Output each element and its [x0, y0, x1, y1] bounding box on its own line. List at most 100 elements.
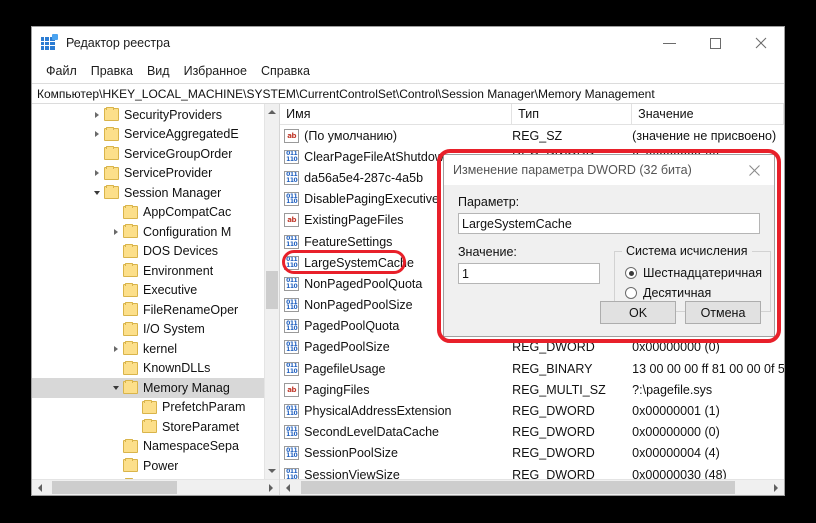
column-header-type[interactable]: Тип [512, 104, 632, 124]
chevron-right-icon [95, 170, 99, 176]
tree-node[interactable]: ServiceAggregatedE [32, 125, 264, 145]
tree-node-label: SecurityProviders [124, 108, 222, 122]
tree-node[interactable]: Executive [32, 281, 264, 301]
value-data-cell: ?:\pagefile.sys [632, 383, 784, 397]
tree-node-label: Session Manager [124, 186, 221, 200]
value-name-cell: abPagingFiles [280, 383, 512, 397]
tree-node[interactable]: ServiceGroupOrder [32, 144, 264, 164]
value-data-input[interactable]: 1 [458, 263, 600, 284]
registry-tree[interactable]: SecurityProvidersServiceAggregatedEServi… [32, 104, 264, 479]
tree-hscroll-thumb[interactable] [52, 481, 177, 494]
values-hscroll-thumb[interactable] [301, 481, 735, 494]
values-list-row[interactable]: abPagingFilesREG_MULTI_SZ?:\pagefile.sys [280, 379, 784, 400]
tree-scroll-down-button[interactable] [265, 463, 279, 479]
chevron-right-icon [114, 229, 118, 235]
dialog-close-button[interactable] [734, 155, 774, 185]
tree-node[interactable]: StoreParamet [32, 417, 264, 437]
chevron-right-icon [95, 112, 99, 118]
tree-node[interactable]: Power [32, 456, 264, 476]
values-horizontal-scrollbar[interactable] [280, 479, 784, 495]
value-data-cell: 0x00000000 (0) [632, 425, 784, 439]
tree-node[interactable]: Configuration M [32, 222, 264, 242]
values-scroll-right-button[interactable] [768, 480, 784, 495]
tree-collapse-toggle[interactable] [108, 386, 123, 390]
radio-hexadecimal[interactable]: Шестнадцатеричная [625, 263, 762, 283]
column-header-value[interactable]: Значение [632, 104, 784, 124]
radix-group-label: Система исчисления [622, 244, 752, 258]
menu-help[interactable]: Справка [254, 62, 317, 80]
tree-scroll-thumb[interactable] [266, 271, 278, 309]
tree-node[interactable]: PrefetchParam [32, 398, 264, 418]
tree-expand-toggle[interactable] [89, 170, 104, 176]
tree-collapse-toggle[interactable] [89, 191, 104, 195]
folder-icon [104, 186, 119, 199]
param-name-input[interactable]: LargeSystemCache [458, 213, 760, 234]
tree-node-label: kernel [143, 342, 177, 356]
folder-icon [104, 108, 119, 121]
tree-scroll-left-button[interactable] [32, 480, 48, 495]
values-list-row[interactable]: 011110PhysicalAddressExtensionREG_DWORD0… [280, 400, 784, 421]
address-bar[interactable]: Компьютер\HKEY_LOCAL_MACHINE\SYSTEM\Curr… [32, 83, 784, 104]
tree-expand-toggle[interactable] [108, 346, 123, 352]
dword-value-icon: 011110 [284, 171, 299, 185]
ok-button[interactable]: OK [600, 301, 676, 324]
cancel-button[interactable]: Отмена [685, 301, 761, 324]
dword-value-icon: 011110 [284, 319, 299, 333]
edit-dword-dialog[interactable]: Изменение параметра DWORD (32 бита) Пара… [443, 154, 775, 337]
chevron-right-icon [269, 484, 273, 492]
values-list-row[interactable]: 011110SecondLevelDataCacheREG_DWORD0x000… [280, 422, 784, 443]
value-name-text: SessionPoolSize [304, 446, 398, 460]
values-column-header: Имя Тип Значение [280, 104, 784, 125]
minimize-button[interactable] [646, 27, 692, 59]
tree-node[interactable]: NamespaceSepa [32, 437, 264, 457]
value-name-text: PhysicalAddressExtension [304, 404, 451, 418]
menu-file[interactable]: Файл [39, 62, 84, 80]
values-list-row[interactable]: 011110SessionViewSizeREG_DWORD0x00000030… [280, 464, 784, 479]
value-type-cell: REG_DWORD [512, 425, 632, 439]
tree-node[interactable]: kernel [32, 339, 264, 359]
tree-scroll-track[interactable] [265, 120, 279, 463]
tree-horizontal-scrollbar[interactable] [32, 479, 279, 495]
close-button[interactable] [738, 27, 784, 59]
tree-hscroll-track[interactable] [48, 480, 263, 495]
dword-value-icon: 011110 [284, 150, 299, 164]
maximize-button[interactable] [692, 27, 738, 59]
tree-node-label: ServiceProvider [124, 166, 212, 180]
tree-scroll-up-button[interactable] [265, 104, 279, 120]
menu-view[interactable]: Вид [140, 62, 177, 80]
value-type-cell: REG_MULTI_SZ [512, 383, 632, 397]
folder-icon [123, 264, 138, 277]
tree-expand-toggle[interactable] [89, 112, 104, 118]
tree-node[interactable]: SecurityProviders [32, 105, 264, 125]
tree-vertical-scrollbar[interactable] [264, 104, 279, 479]
values-scroll-left-button[interactable] [280, 480, 296, 495]
value-name-text: PagedPoolQuota [304, 319, 399, 333]
values-list-row[interactable]: ab(По умолчанию)REG_SZ(значение не присв… [280, 125, 784, 146]
menu-edit[interactable]: Правка [84, 62, 140, 80]
values-list-row[interactable]: 011110PagefileUsageREG_BINARY13 00 00 00… [280, 358, 784, 379]
tree-node-label: AppCompatCac [143, 205, 231, 219]
tree-node[interactable]: FileRenameOper [32, 300, 264, 320]
radio-decimal[interactable]: Десятичная [625, 283, 762, 303]
tree-node[interactable]: Quota System [32, 476, 264, 480]
value-name-text: (По умолчанию) [304, 129, 397, 143]
tree-node-label: NamespaceSepa [143, 439, 239, 453]
tree-node[interactable]: KnownDLLs [32, 359, 264, 379]
value-data-cell: 0x00000004 (4) [632, 446, 784, 460]
values-hscroll-track[interactable] [296, 480, 768, 495]
tree-node[interactable]: Session Manager [32, 183, 264, 203]
column-header-name[interactable]: Имя [280, 104, 512, 124]
tree-node[interactable]: Memory Manag [32, 378, 264, 398]
tree-expand-toggle[interactable] [89, 131, 104, 137]
values-list-row[interactable]: 011110SessionPoolSizeREG_DWORD0x00000004… [280, 443, 784, 464]
tree-node[interactable]: DOS Devices [32, 242, 264, 262]
menu-favorites[interactable]: Избранное [177, 62, 254, 80]
values-list-row[interactable]: 011110PagedPoolSizeREG_DWORD0x00000000 (… [280, 337, 784, 358]
tree-node[interactable]: ServiceProvider [32, 164, 264, 184]
tree-node[interactable]: I/O System [32, 320, 264, 340]
tree-scroll-right-button[interactable] [263, 480, 279, 495]
value-name-text: PagingFiles [304, 383, 369, 397]
tree-node[interactable]: AppCompatCac [32, 203, 264, 223]
tree-expand-toggle[interactable] [108, 229, 123, 235]
tree-node[interactable]: Environment [32, 261, 264, 281]
